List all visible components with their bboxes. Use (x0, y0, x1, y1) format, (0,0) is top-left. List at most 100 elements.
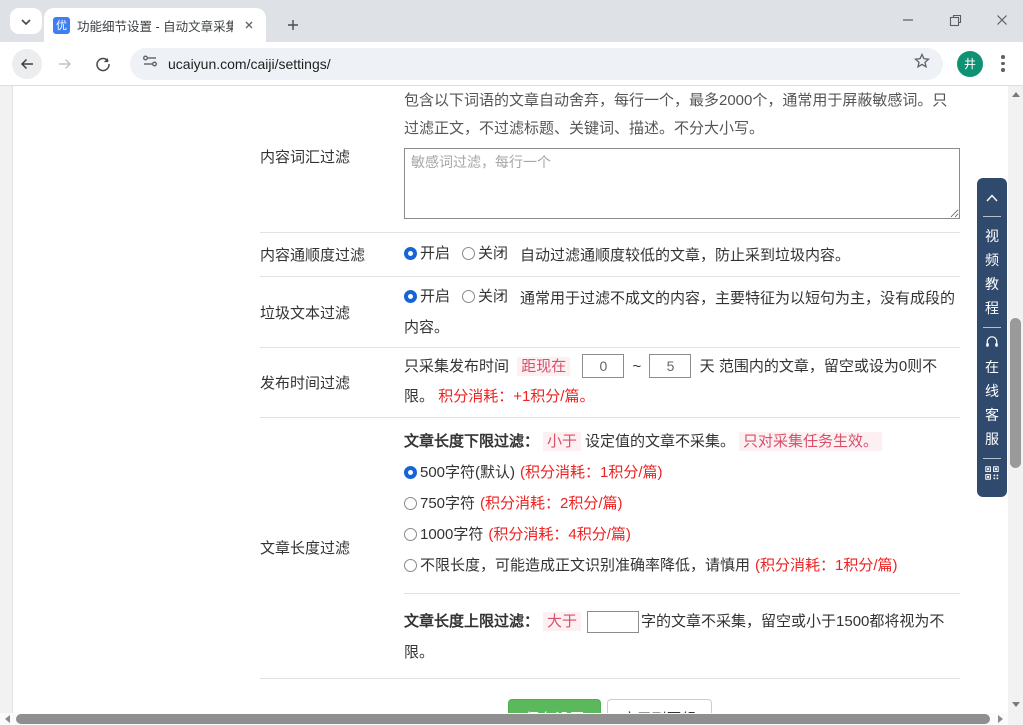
option-cost: (积分消耗：4积分/篇) (488, 519, 631, 550)
scroll-left-arrow[interactable] (5, 715, 10, 723)
page-content: 内容词汇过滤 包含以下词语的文章自动舍弃，每行一个，最多2000个，通常用于屏蔽… (0, 86, 1008, 713)
back-button[interactable] (12, 49, 42, 79)
headset-icon (985, 335, 999, 353)
radio-icon (404, 528, 417, 541)
online-service-link[interactable]: 在线客服 (984, 355, 1000, 451)
length-option-1000[interactable]: 1000字符 (积分消耗：4积分/篇) (404, 519, 960, 550)
browser-menu-button[interactable] (991, 52, 1015, 76)
days-min-input[interactable] (582, 354, 624, 378)
divider (983, 458, 1001, 459)
minimize-button[interactable] (901, 13, 915, 27)
radio-icon (462, 290, 475, 303)
fluency-description: 自动过滤通顺度较低的文章，防止采到垃圾内容。 (520, 247, 850, 264)
vocab-filter-description: 包含以下词语的文章自动舍弃，每行一个，最多2000个，通常用于屏蔽敏感词。只过滤… (404, 87, 960, 143)
tab-search-button[interactable] (10, 8, 42, 34)
url-bar[interactable]: ucaiyun.com/caiji/settings/ (130, 48, 943, 80)
browser-tab-strip: 优 功能细节设置 - 自动文章采集器 (0, 0, 1023, 42)
apply-to-group-button[interactable]: 应用到同组 (607, 699, 712, 713)
new-tab-button[interactable] (281, 13, 305, 37)
lower-limit-title: 文章长度下限过滤： (404, 433, 539, 450)
horizontal-scrollbar[interactable] (0, 713, 1008, 725)
option-label: 不限长度，可能造成正文识别准确率降低，请慎用 (420, 550, 750, 581)
row-label: 内容通顺度过滤 (260, 244, 404, 265)
junk-on-radio[interactable]: 开启 (404, 282, 450, 311)
chevron-down-icon (21, 12, 31, 30)
video-tutorial-link[interactable]: 视频教程 (984, 224, 1000, 320)
length-lower-header: 文章长度下限过滤：小于设定值的文章不采集。只对采集任务生效。 (404, 426, 960, 457)
tilde-separator: ~ (633, 358, 642, 375)
option-label: 750字符 (420, 488, 475, 519)
length-option-500[interactable]: 500字符(默认) (积分消耗：1积分/篇) (404, 457, 960, 488)
restore-button[interactable] (948, 13, 962, 27)
lower-limit-text: 设定值的文章不采集。 (585, 433, 735, 450)
radio-label: 开启 (420, 282, 450, 311)
sensitive-words-textarea[interactable] (404, 148, 960, 219)
radio-label: 关闭 (478, 239, 508, 268)
divider (404, 593, 960, 594)
option-cost: (积分消耗：1积分/篇) (520, 457, 663, 488)
junk-off-radio[interactable]: 关闭 (462, 282, 508, 311)
less-than-tag: 小于 (543, 432, 581, 451)
floating-side-widget: 视频教程 在线客服 (977, 178, 1007, 497)
radio-selected-icon (404, 466, 417, 479)
greater-than-tag: 大于 (543, 612, 581, 631)
fluency-filter-row: 内容通顺度过滤 开启 关闭 自动过滤通顺度较低的文章，防止采到垃圾内容。 (260, 233, 960, 277)
row-label: 垃圾文本过滤 (260, 302, 404, 323)
row-label: 内容词汇过滤 (260, 86, 404, 167)
close-window-button[interactable] (995, 13, 1009, 27)
vertical-scrollbar[interactable] (1008, 86, 1023, 713)
article-length-filter-row: 文章长度过滤 文章长度下限过滤：小于设定值的文章不采集。只对采集任务生效。 50… (260, 418, 960, 679)
option-label: 1000字符 (420, 519, 483, 550)
forward-button[interactable] (50, 49, 80, 79)
upper-limit-title: 文章长度上限过滤： (404, 613, 539, 630)
length-option-unlimited[interactable]: 不限长度，可能造成正文识别准确率降低，请慎用 (积分消耗：1积分/篇) (404, 550, 960, 581)
tab-title: 功能细节设置 - 自动文章采集器 (77, 16, 233, 35)
window-controls (901, 8, 1009, 32)
browser-tab[interactable]: 优 功能细节设置 - 自动文章采集器 (44, 8, 266, 42)
form-actions: 保存设置应用到同组 (260, 679, 960, 713)
length-upper-line: 文章长度上限过滤：大于字的文章不采集，留空或小于1500都将视为不限。 (404, 606, 960, 668)
radio-selected-icon (404, 247, 417, 260)
option-cost: (积分消耗：2积分/篇) (480, 488, 623, 519)
fluency-on-radio[interactable]: 开启 (404, 239, 450, 268)
content-vocab-filter-row: 内容词汇过滤 包含以下词语的文章自动舍弃，每行一个，最多2000个，通常用于屏蔽… (260, 86, 960, 233)
radio-label: 关闭 (478, 282, 508, 311)
divider (983, 327, 1001, 328)
site-settings-icon[interactable] (142, 53, 158, 74)
scroll-right-arrow[interactable] (998, 715, 1003, 723)
points-cost-note: 积分消耗：+1积分/篇。 (438, 388, 594, 405)
collapse-chevron-icon[interactable] (986, 189, 998, 207)
left-gutter (0, 86, 13, 713)
save-settings-button[interactable]: 保存设置 (508, 699, 600, 713)
scroll-down-arrow[interactable] (1012, 702, 1020, 707)
reload-button[interactable] (88, 49, 118, 79)
profile-avatar[interactable]: 井 (957, 51, 983, 77)
upper-limit-input[interactable] (587, 611, 639, 633)
distance-tag: 距现在 (517, 357, 570, 376)
fluency-off-radio[interactable]: 关闭 (462, 239, 508, 268)
length-option-750[interactable]: 750字符 (积分消耗：2积分/篇) (404, 488, 960, 519)
option-cost: (积分消耗：1积分/篇) (755, 550, 898, 581)
horizontal-scroll-thumb[interactable] (16, 714, 990, 724)
scrollbar-corner (1008, 713, 1023, 725)
tab-close-icon[interactable] (240, 17, 257, 34)
option-label: 500字符(默认) (420, 457, 515, 488)
url-text: ucaiyun.com/caiji/settings/ (168, 56, 913, 72)
qr-code-icon[interactable] (985, 466, 999, 485)
radio-selected-icon (404, 290, 417, 303)
settings-form: 内容词汇过滤 包含以下词语的文章自动舍弃，每行一个，最多2000个，通常用于屏蔽… (260, 86, 960, 713)
radio-icon (404, 497, 417, 510)
browser-toolbar: ucaiyun.com/caiji/settings/ 井 (0, 42, 1023, 86)
days-max-input[interactable] (649, 354, 691, 378)
junk-text-filter-row: 垃圾文本过滤 开启 关闭 通常用于过滤不成文的内容，主要特征为以短句为主，没有成… (260, 277, 960, 348)
radio-icon (462, 247, 475, 260)
publish-time-filter-row: 发布时间过滤 只采集发布时间 距现在 ~ 天 范围内的文章，留空或设为0则不限。… (260, 348, 960, 418)
scope-tag: 只对采集任务生效。 (739, 432, 882, 451)
row-label: 发布时间过滤 (260, 372, 404, 393)
bookmark-star-icon[interactable] (913, 52, 931, 75)
vertical-scroll-thumb[interactable] (1010, 318, 1021, 468)
site-favicon: 优 (53, 17, 70, 34)
radio-icon (404, 559, 417, 572)
publish-time-text: 只采集发布时间 (404, 358, 509, 375)
scroll-up-arrow[interactable] (1012, 92, 1020, 97)
